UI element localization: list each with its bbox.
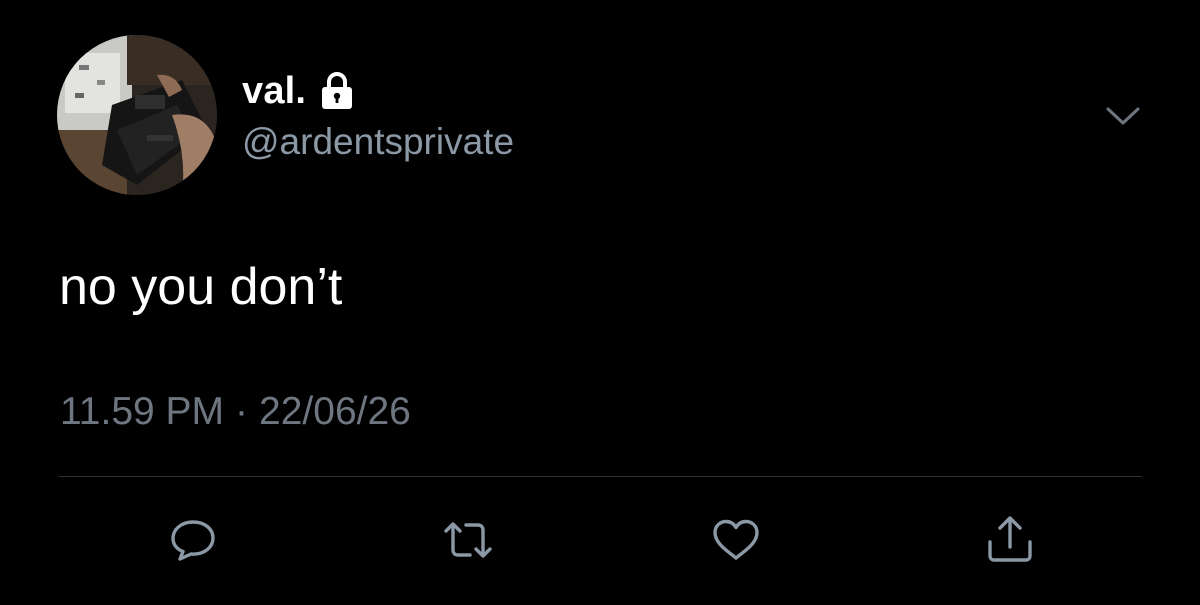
tweet-time: 11.59 PM <box>60 390 225 433</box>
share-icon <box>988 516 1032 562</box>
retweet-button[interactable] <box>440 512 496 568</box>
avatar-photo <box>57 35 217 195</box>
like-button[interactable] <box>708 512 764 568</box>
timestamp-separator: · <box>235 390 249 433</box>
divider <box>59 476 1142 477</box>
speech-bubble-icon <box>171 520 215 561</box>
tweet-card: val. @ardentsprivate no you don’t 11.59 … <box>0 0 1200 605</box>
display-name[interactable]: val. <box>242 72 306 110</box>
chevron-down-icon[interactable] <box>1100 96 1146 136</box>
lock-icon <box>322 72 353 109</box>
user-handle[interactable]: @ardentsprivate <box>242 121 514 163</box>
timestamp: 11.59 PM · 22/06/26 <box>60 390 411 434</box>
retweet-icon <box>444 522 492 558</box>
share-button[interactable] <box>982 512 1038 568</box>
tweet-text: no you don’t <box>59 258 343 316</box>
heart-icon <box>713 519 759 560</box>
author-row: val. <box>242 66 354 116</box>
avatar[interactable] <box>57 35 217 195</box>
reply-button[interactable] <box>165 512 221 568</box>
tweet-date: 22/06/26 <box>259 390 411 433</box>
